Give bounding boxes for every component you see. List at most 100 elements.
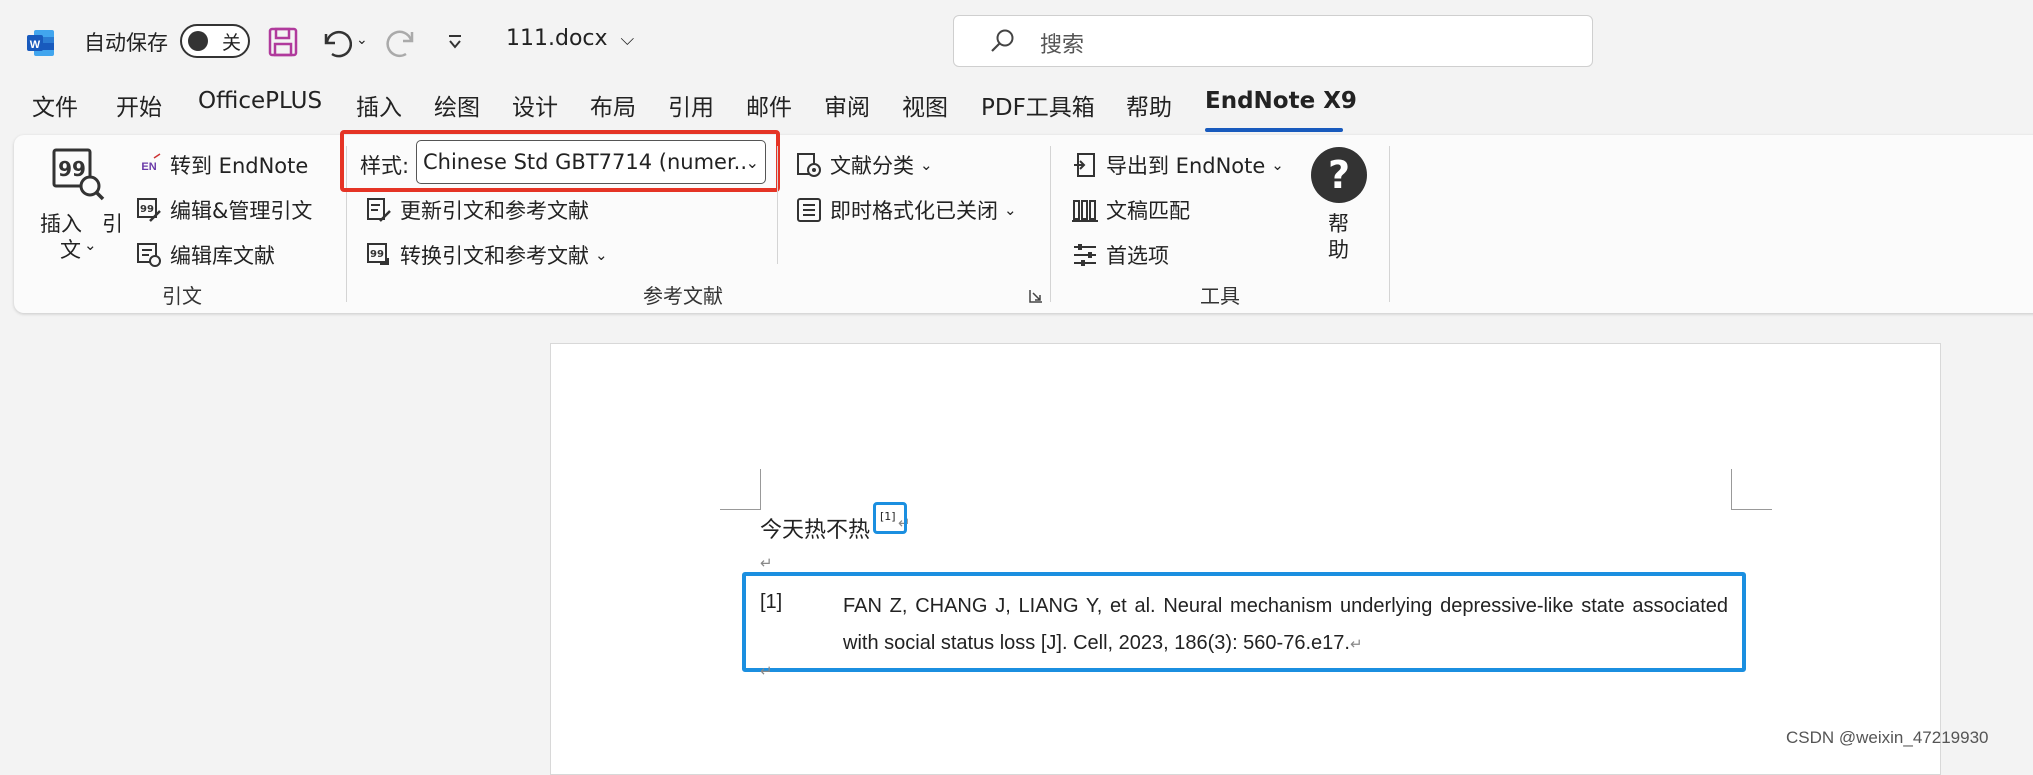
preferences-label: 首选项 xyxy=(1106,244,1169,268)
endnote-icon: EN xyxy=(141,153,161,173)
paragraph-text: 今天热不热 xyxy=(760,518,871,543)
manuscript-matcher-button[interactable]: 文稿匹配 xyxy=(1072,195,1190,225)
customize-toolbar-icon[interactable] xyxy=(446,30,464,52)
highlight-box-style xyxy=(340,130,780,192)
reference-text: FAN Z, CHANG J, LIANG Y, et al. Neural m… xyxy=(843,595,1728,654)
redo-icon[interactable] xyxy=(386,26,420,58)
search-box[interactable]: 搜索 xyxy=(953,15,1593,67)
edit-citations-icon: 99 xyxy=(137,198,161,222)
chevron-down-icon: ⌄ xyxy=(1004,201,1017,219)
update-bibliography-icon xyxy=(367,198,391,222)
instant-formatting-button[interactable]: 即时格式化已关闭 ⌄ xyxy=(796,195,1017,225)
svg-text:W: W xyxy=(30,39,41,51)
save-icon[interactable] xyxy=(268,26,298,58)
tab-references[interactable]: 引用 xyxy=(668,88,714,122)
dialog-launcher-icon[interactable] xyxy=(1028,288,1044,304)
convert-citations-label: 转换引文和参考文献 xyxy=(400,244,589,268)
manuscript-matcher-label: 文稿匹配 xyxy=(1106,199,1190,223)
tab-review[interactable]: 审阅 xyxy=(824,88,870,122)
document-paragraph[interactable]: 今天热不热 xyxy=(760,512,870,544)
goto-endnote-button[interactable]: EN 转到 EndNote xyxy=(136,150,308,180)
toggle-knob xyxy=(188,31,208,51)
help-button[interactable]: ? 帮 助 xyxy=(1308,146,1372,266)
undo-icon[interactable] xyxy=(318,26,352,58)
convert-citations-button[interactable]: 99 转换引文和参考文献 ⌄ xyxy=(366,240,608,270)
preferences-icon xyxy=(1074,244,1096,266)
ribbon-panel xyxy=(14,135,2033,313)
tools-group-label: 工具 xyxy=(1200,284,1240,308)
margin-corner xyxy=(720,469,761,510)
tab-endnote[interactable]: EndNote X9 xyxy=(1205,88,1357,114)
watermark: CSDN @weixin_47219930 xyxy=(1786,728,1989,747)
active-tab-indicator xyxy=(1205,128,1343,132)
insert-citation-label-3: 文 xyxy=(60,238,81,262)
instant-formatting-icon xyxy=(797,198,821,222)
group-divider xyxy=(1389,146,1390,302)
title-bar: W 自动保存 关 ⌄ 111.docx ⌵ 搜索 xyxy=(0,0,2033,84)
help-icon: ? xyxy=(1311,147,1367,203)
svg-text:99: 99 xyxy=(370,249,384,260)
reference-entry[interactable]: FAN Z, CHANG J, LIANG Y, et al. Neural m… xyxy=(843,588,1728,663)
categorize-references-label: 文献分类 xyxy=(830,154,914,178)
paragraph-mark-icon: ↵ xyxy=(760,554,773,572)
chevron-down-icon: ⌄ xyxy=(1271,156,1284,174)
document-name-dropdown[interactable]: 111.docx ⌵ xyxy=(506,26,634,51)
tab-help[interactable]: 帮助 xyxy=(1126,88,1172,122)
autosave-label: 自动保存 xyxy=(84,31,168,55)
edit-manage-citations-button[interactable]: 99 编辑&管理引文 xyxy=(136,195,312,225)
update-bibliography-button[interactable]: 更新引文和参考文献 xyxy=(366,195,589,225)
tab-file[interactable]: 文件 xyxy=(32,88,78,122)
export-icon xyxy=(1074,153,1095,177)
edit-manage-citations-label: 编辑&管理引文 xyxy=(170,199,313,223)
bibliography-group-label: 参考文献 xyxy=(643,284,723,308)
update-bibliography-label: 更新引文和参考文献 xyxy=(400,199,589,223)
chevron-down-icon: ⌵ xyxy=(620,29,635,50)
export-to-endnote-label: 导出到 EndNote xyxy=(1106,154,1266,178)
insert-citation-button[interactable]: 99 插入 引 文 ⌄ xyxy=(36,146,126,266)
edit-library-reference-label: 编辑库文献 xyxy=(170,244,275,268)
svg-text:EN: EN xyxy=(141,161,156,173)
edit-library-reference-button[interactable]: 编辑库文献 xyxy=(136,240,275,270)
group-divider xyxy=(1050,146,1051,302)
chevron-down-icon[interactable]: ⌄ xyxy=(356,32,368,48)
tab-draw[interactable]: 绘图 xyxy=(434,88,480,122)
tab-insert[interactable]: 插入 xyxy=(356,88,402,122)
tab-view[interactable]: 视图 xyxy=(902,88,948,122)
chevron-down-icon: ⌄ xyxy=(595,246,608,264)
document-name: 111.docx xyxy=(506,26,608,51)
word-icon: W xyxy=(27,30,54,56)
svg-text:?: ? xyxy=(1328,153,1350,197)
chevron-down-icon: ⌄ xyxy=(920,156,933,174)
highlight-box-citation xyxy=(873,502,907,534)
help-label-2: 助 xyxy=(1328,238,1349,262)
edit-library-icon xyxy=(137,243,161,267)
manuscript-matcher-icon xyxy=(1072,200,1098,222)
insert-citation-label-2: 引 xyxy=(102,212,123,236)
goto-endnote-label: 转到 EndNote xyxy=(170,154,309,178)
margin-corner xyxy=(1731,469,1772,510)
svg-text:99: 99 xyxy=(58,157,86,181)
convert-citations-icon: 99 xyxy=(367,243,389,265)
insert-citation-icon: 99 xyxy=(52,148,105,201)
tab-pdf-toolbox[interactable]: PDF工具箱 xyxy=(981,88,1095,122)
reference-number: [1] xyxy=(760,591,783,613)
categorize-icon xyxy=(797,153,821,177)
tab-layout[interactable]: 布局 xyxy=(590,88,636,122)
preferences-button[interactable]: 首选项 xyxy=(1072,240,1169,270)
search-placeholder: 搜索 xyxy=(1040,33,1085,58)
group-divider xyxy=(777,146,778,264)
tab-home[interactable]: 开始 xyxy=(116,88,162,122)
paragraph-mark-icon: ↵ xyxy=(1349,636,1363,653)
tab-mailings[interactable]: 邮件 xyxy=(746,88,792,122)
tab-design[interactable]: 设计 xyxy=(512,88,558,122)
categorize-references-button[interactable]: 文献分类 ⌄ xyxy=(796,150,933,180)
autosave-toggle[interactable]: 关 xyxy=(180,24,250,58)
instant-formatting-label: 即时格式化已关闭 xyxy=(830,199,998,223)
document-page[interactable] xyxy=(550,343,1941,775)
svg-text:99: 99 xyxy=(140,204,154,215)
tab-officeplus[interactable]: OfficePLUS xyxy=(198,88,322,114)
export-to-endnote-button[interactable]: 导出到 EndNote ⌄ xyxy=(1072,150,1284,180)
autosave-state: 关 xyxy=(222,32,242,54)
chevron-down-icon: ⌄ xyxy=(84,236,97,254)
search-icon xyxy=(991,29,1014,52)
